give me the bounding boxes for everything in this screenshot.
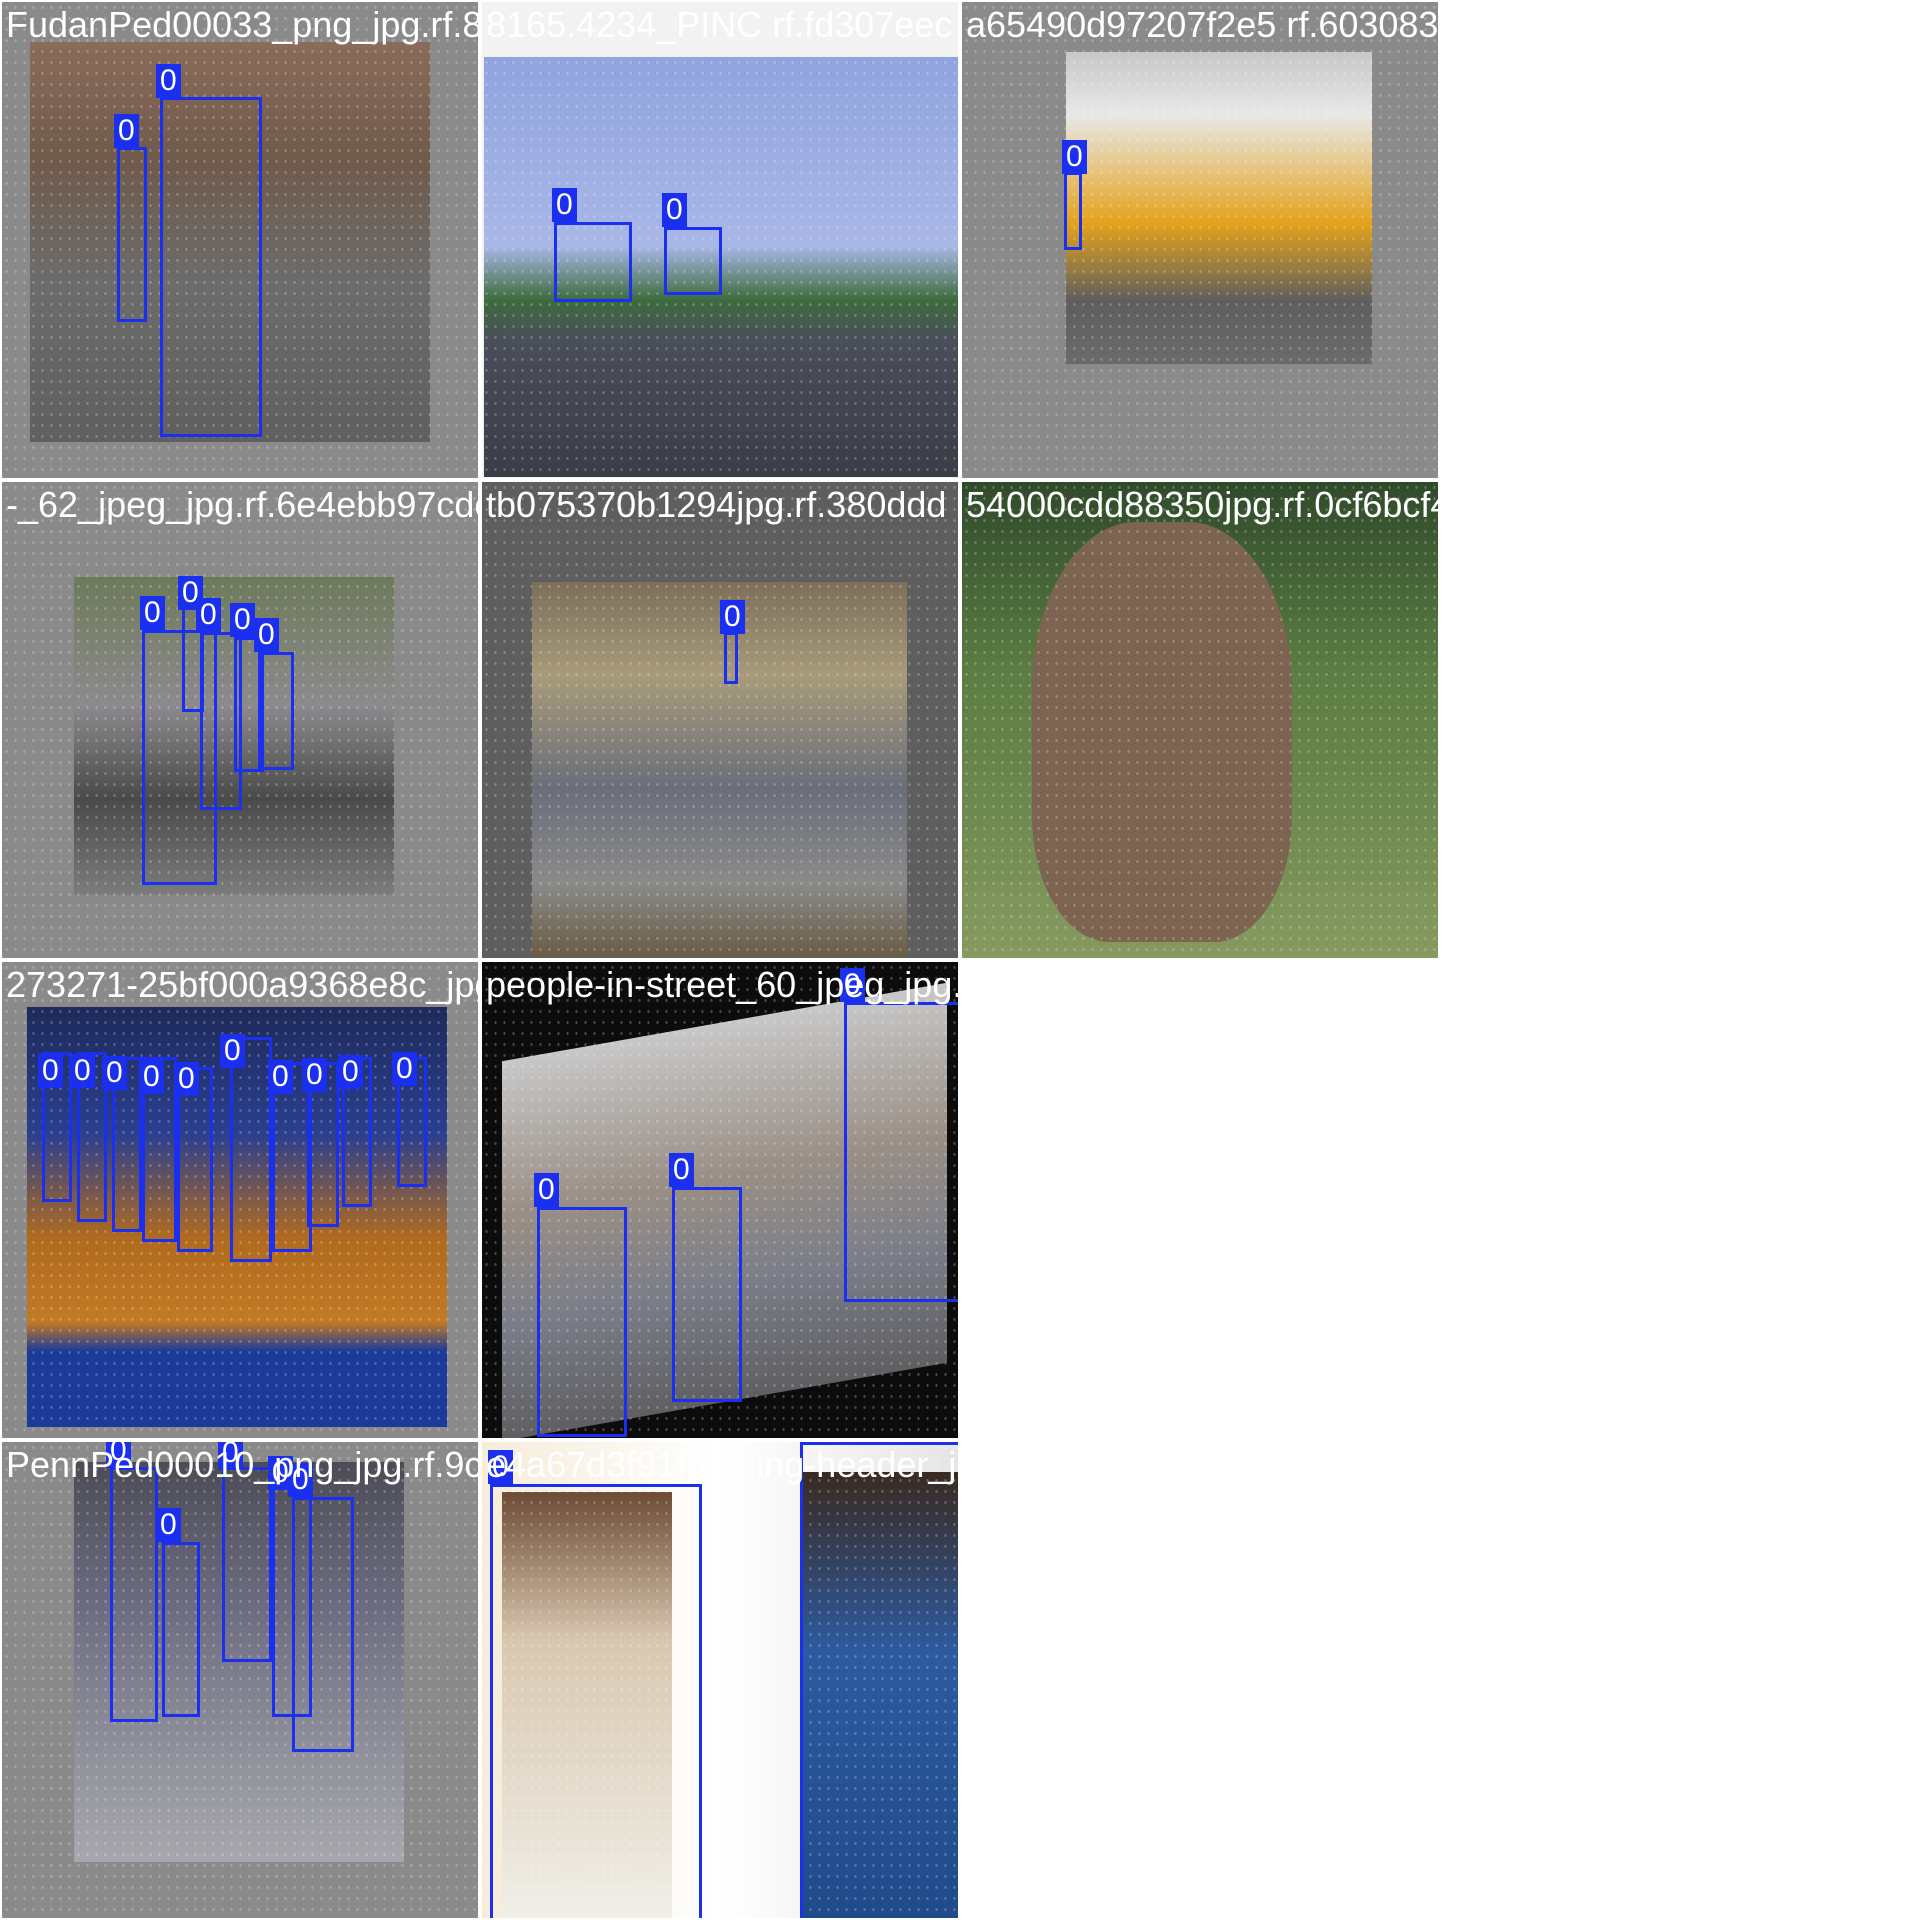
class-label: 0 [140,596,165,630]
class-label: 0 [230,603,255,637]
class-label: 0 [302,1058,327,1092]
class-label: 0 [156,64,181,98]
image-filename: PennPed00010_png_jpg.rf.9c [6,1444,480,1485]
class-label: 0 [268,1060,293,1094]
detection-box [724,632,738,684]
detection-box [554,222,632,302]
class-label: 0 [174,1062,199,1096]
detection-box [160,97,262,437]
class-label: 0 [669,1153,694,1187]
mosaic-tile: 0 a65490d97207f2e5 rf.603083c1d7bae695bc… [960,0,1440,480]
class-label: 0 [156,1508,181,1542]
detection-box [800,1442,958,1918]
image-filename: 54000cdd88350jpg.rf.0cf6bcf4399b829f7a6b [966,484,1438,525]
detection-box [672,1187,742,1402]
image-filename: a65490d97207f2e5 rf.603083c1d7bae695bc49 [966,4,1439,45]
mosaic-tile: 0 0 8165.4234_PINC rf.fd307eec [480,0,960,480]
class-label: 0 [254,618,279,652]
class-label: 0 [796,1440,821,1442]
class-label: 0 [114,114,139,148]
image-filename: tb075370b1294jpg.rf.380ddd [486,484,947,525]
class-label: 0 [70,1054,95,1088]
image-filename: FudanPed00033_png_jpg.rf.8185452a9d4f0f0… [6,4,480,45]
detection-box [222,1467,272,1662]
class-label: 0 [338,1055,363,1089]
mosaic-tile: 0 0 0 0 0 PennPed00010_png_jpg.rf.9c [0,1440,480,1920]
class-label: 0 [220,1034,245,1068]
image-filename: people-in-street_60_jpeg_jpg.rf.e1da6e1b [486,964,960,1005]
class-label: 0 [720,600,745,634]
mosaic-tile: 0 0 0 0 0 -_62_jpeg_jpg.rf.6e4ebb97cde07… [0,480,480,960]
mosaic-tile: 0 0 0 0 0 0 0 0 0 0 273271-25bf000a9368e… [0,960,480,1440]
detection-box [844,1002,958,1302]
class-label: 0 [139,1060,164,1094]
mosaic-tile: 0 0 0 people-in-street_60_jpeg_jpg.rf.e1… [480,960,960,1440]
detection-box [664,227,722,295]
detection-box [110,1467,158,1722]
detection-box [258,652,294,770]
class-label: 0 [534,1173,559,1207]
class-label: 0 [662,193,687,227]
class-label: 0 [392,1052,417,1086]
image-filename: -_62_jpeg_jpg.rf.6e4ebb97cde075370b1294.… [6,484,478,525]
class-label: 0 [552,188,577,222]
image-filename: e4a67d3f91f588 ing-header_jpg.rf.fd9b86c [486,1444,958,1485]
mosaic-tile: 0 tb075370b1294jpg.rf.380ddd [480,480,960,960]
detection-box [292,1497,354,1752]
class-label: 0 [1062,140,1087,174]
mosaic-tile: 54000cdd88350jpg.rf.0cf6bcf4399b829f7a6b [960,480,1440,960]
class-label: 0 [196,598,221,632]
training-batch-grid: 0 0 FudanPed00033_png_jpg.rf.8185452a9d4… [0,0,1440,1920]
detection-box [117,147,147,322]
image-filename: 273271-25bf000a9368e8c_jpg.rf.f5d6f32ebe [6,964,478,1005]
class-label: 0 [102,1056,127,1090]
detection-box [162,1542,200,1717]
mosaic-tile: 0 0 e4a67d3f91f588 ing-header_jpg.rf.fd9… [480,1440,960,1920]
detection-box [1064,172,1082,250]
detection-box [230,1037,272,1262]
image-filename: 8165.4234_PINC rf.fd307eec [486,4,953,45]
detection-box [537,1207,627,1437]
detection-box [490,1484,702,1918]
class-label: 0 [38,1054,63,1088]
mosaic-tile: 0 0 FudanPed00033_png_jpg.rf.8185452a9d4… [0,0,480,480]
